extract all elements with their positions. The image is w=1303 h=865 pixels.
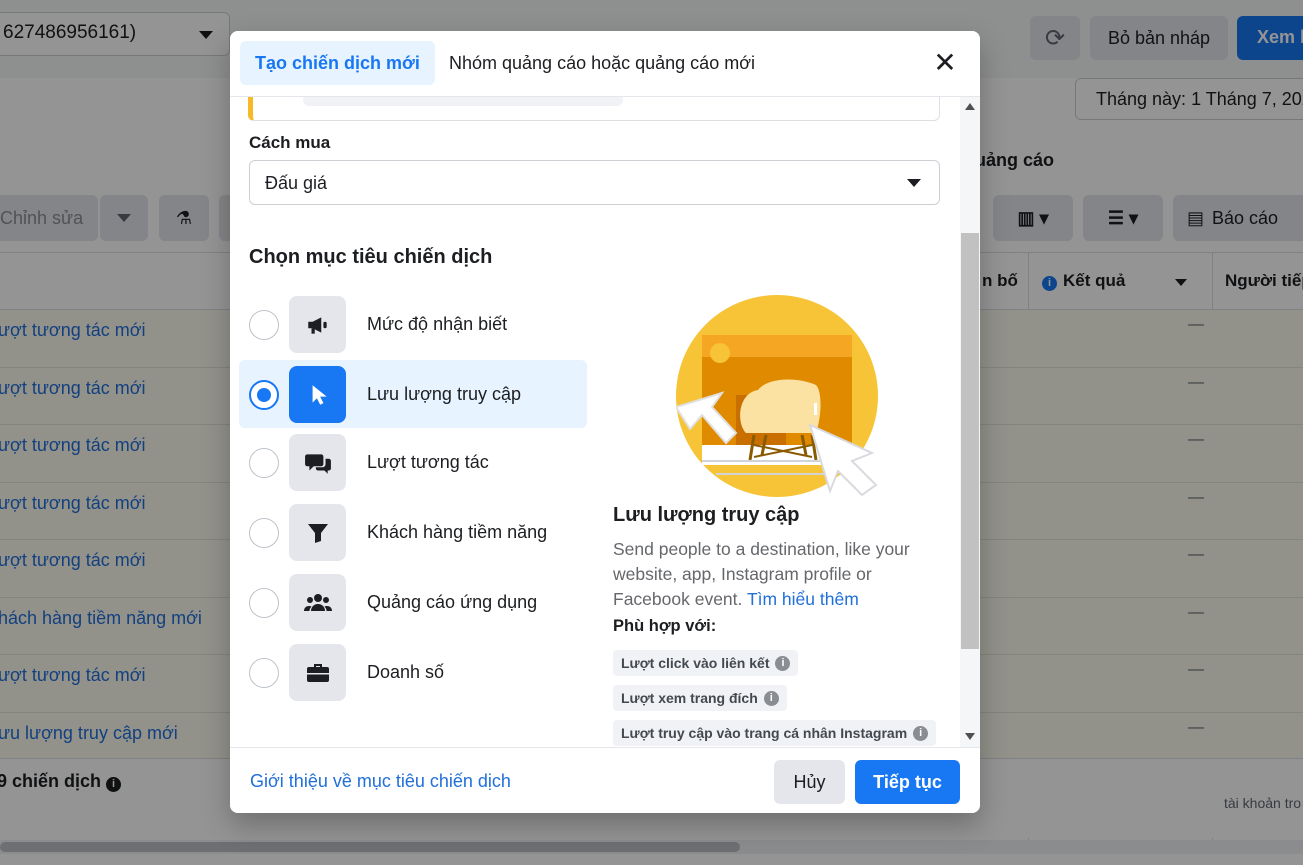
good-for-title: Phù hợp với: [613,617,717,635]
dialog-scrollbar[interactable] [960,97,980,747]
megaphone-icon [289,296,346,353]
caret-down-icon [907,179,921,187]
objective-awareness[interactable]: Mức độ nhận biết [239,290,587,360]
radio-button[interactable] [249,448,279,478]
objective-sales[interactable]: Doanh số [239,638,587,708]
objective-label: Doanh số [367,662,445,682]
cancel-button[interactable]: Hủy [774,760,845,804]
objective-label: Lượt tương tác [367,452,489,472]
scroll-down-arrow-icon[interactable] [965,733,975,740]
buying-type-label: Cách mua [249,133,331,152]
info-icon[interactable]: i [763,690,779,706]
scroll-up-arrow-icon[interactable] [965,103,975,110]
objective-label: Mức độ nhận biết [367,314,508,334]
objective-traffic[interactable]: Lưu lượng truy cập [239,360,587,428]
good-for-chip: Lượt click vào liên kết i [613,650,799,676]
buying-type-value: Đấu giá [265,173,328,193]
radio-button[interactable] [249,518,279,548]
objective-section-title: Chọn mục tiêu chiến dịch [249,246,493,268]
tab-new-campaign[interactable]: Tạo chiến dịch mới [240,41,435,85]
chip-label: Lượt click vào liên kết [621,655,770,671]
briefcase-icon [289,644,346,701]
objective-list: Mức độ nhận biết Lưu lượng truy cập Lượt… [239,290,587,708]
objective-app-promotion[interactable]: Quảng cáo ứng dụng [239,568,587,638]
traffic-illustration [674,295,878,497]
people-icon [289,574,346,631]
continue-button[interactable]: Tiếp tục [855,760,960,804]
dialog-footer: Giới thiệu về mục tiêu chiến dịch Hủy Ti… [230,747,980,813]
radio-button[interactable] [249,658,279,688]
tab-new-ad-set-or-ad[interactable]: Nhóm quảng cáo hoặc quảng cáo mới [434,41,770,85]
radio-button-selected[interactable] [249,380,279,410]
close-icon[interactable]: ✕ [930,48,960,78]
good-for-chip: Lượt truy cập vào trang cá nhân Instagra… [613,720,937,746]
cursor-icon [289,366,346,423]
dialog-body: Cách mua Đấu giá Chọn mục tiêu chiến dịc… [230,97,960,747]
buying-type-select[interactable]: Đấu giá [249,160,940,205]
objective-leads[interactable]: Khách hàng tiềm năng [239,498,587,568]
info-icon[interactable]: i [775,655,791,671]
create-campaign-dialog: Tạo chiến dịch mới Nhóm quảng cáo hoặc q… [230,31,980,813]
learn-more-link[interactable]: Tìm hiểu thêm [747,589,859,609]
objective-detail-description: Send people to a destination, like your … [613,537,933,612]
chip-label: Lượt xem trang đích [621,690,758,706]
objective-engagement[interactable]: Lượt tương tác [239,428,587,498]
radio-button[interactable] [249,588,279,618]
good-for-chip: Lượt xem trang đích i [613,685,787,711]
radio-button[interactable] [249,310,279,340]
objective-label: Lưu lượng truy cập [367,384,521,404]
chat-bubbles-icon [289,434,346,491]
notice-card [248,97,940,121]
good-for-chips: Lượt click vào liên kết i Lượt xem trang … [613,650,953,747]
chip-label: Lượt truy cập vào trang cá nhân Instagra… [621,725,908,741]
notice-placeholder [303,97,623,106]
scrollbar-thumb[interactable] [961,233,979,649]
objective-label: Quảng cáo ứng dụng [367,592,538,612]
info-icon[interactable]: i [913,725,929,741]
objective-detail-title: Lưu lượng truy cập [613,504,800,526]
dialog-tabs: Tạo chiến dịch mới Nhóm quảng cáo hoặc q… [230,31,980,97]
about-objectives-link[interactable]: Giới thiệu về mục tiêu chiến dịch [250,771,511,792]
objective-label: Khách hàng tiềm năng [367,522,548,542]
funnel-icon [289,504,346,561]
